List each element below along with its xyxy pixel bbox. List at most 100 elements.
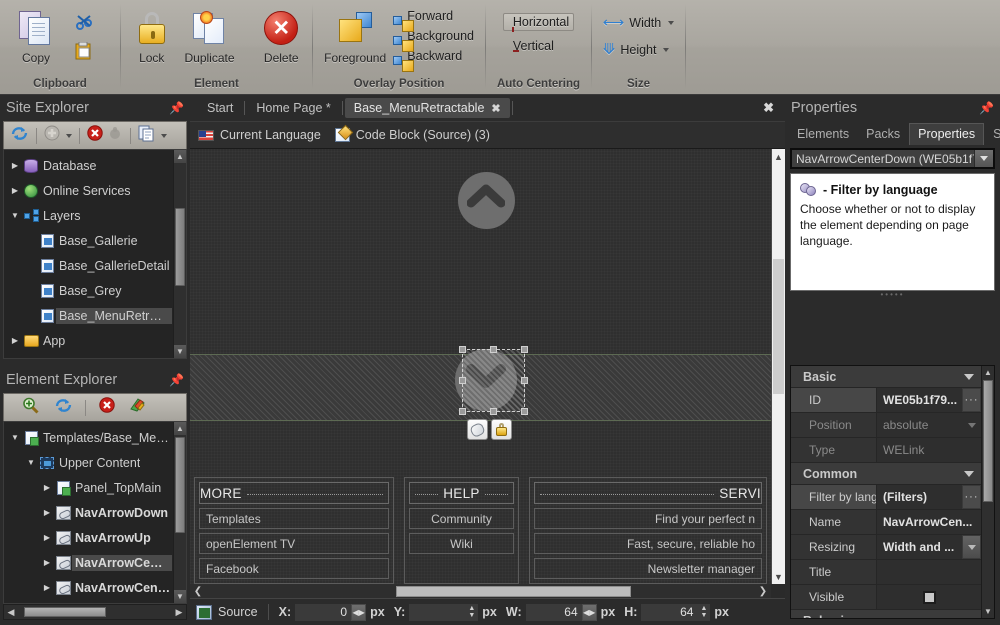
paste-button[interactable] [70, 40, 100, 67]
twisty-collapsed-icon[interactable]: ▶ [40, 508, 54, 517]
site-explorer-tree[interactable]: ▶Database▶Online Services▼LayersBase_Gal… [3, 149, 187, 359]
scroll-up-icon[interactable]: ▲ [982, 366, 994, 379]
lock-icon[interactable] [491, 419, 512, 440]
delete-button[interactable]: ✕ Delete [257, 3, 306, 65]
pin-icon[interactable]: 📌 [169, 373, 184, 387]
element-explorer-item[interactable]: ▶NavArrowDown [4, 500, 172, 525]
twisty-expanded-icon[interactable]: ▼ [8, 433, 22, 442]
twisty-collapsed-icon[interactable]: ▶ [40, 558, 54, 567]
footer-link[interactable]: openElement TV [199, 533, 389, 554]
resize-handle[interactable] [490, 408, 497, 415]
scrollbar-thumb[interactable] [983, 380, 993, 502]
design-canvas[interactable]: MORETemplatesopenElement TVFacebookHELPC… [190, 149, 771, 584]
resize-handle[interactable] [521, 377, 528, 384]
tab-styles[interactable]: Styles [985, 124, 1000, 145]
scrollbar-thumb[interactable] [175, 208, 185, 286]
foreground-button[interactable]: Foreground [319, 3, 391, 65]
chevron-down-icon[interactable] [161, 134, 167, 138]
property-value[interactable] [877, 585, 981, 609]
property-row[interactable]: ResizingWidth and ... [791, 535, 981, 560]
property-row[interactable]: Title [791, 560, 981, 585]
element-explorer-hscrollbar[interactable]: ◀ ▶ [3, 604, 187, 620]
coordinate-input[interactable] [409, 604, 465, 621]
element-explorer-item[interactable]: ▼Templates/Base_MenuRetr [4, 425, 172, 450]
property-ellipsis-button[interactable]: ··· [962, 388, 981, 412]
twisty-expanded-icon[interactable]: ▼ [8, 211, 22, 220]
property-row[interactable]: Positionabsolute [791, 413, 981, 438]
property-value[interactable]: Width and ... [877, 535, 962, 559]
tab-home-page[interactable]: Home Page * [247, 98, 339, 118]
pin-icon[interactable]: 📌 [979, 101, 994, 115]
scroll-down-icon[interactable]: ▼ [174, 590, 186, 603]
property-group-header[interactable]: Common [791, 463, 981, 485]
coordinate-input[interactable]: 0 [295, 604, 351, 621]
width-button[interactable]: ⟷ Width [598, 13, 679, 32]
properties-grid-scrollbar[interactable]: ▲ ▼ [981, 366, 994, 618]
spinner-vertical[interactable]: ▲▼ [465, 604, 478, 621]
code-block-button[interactable]: Code Block (Source) (3) [335, 128, 490, 142]
palette-icon[interactable] [119, 397, 146, 418]
site-explorer-item[interactable]: ▶Database [4, 153, 172, 178]
property-value[interactable]: WE05b1f79... [877, 388, 962, 412]
duplicate-button[interactable]: Duplicate [184, 3, 234, 65]
scroll-right-icon[interactable]: ▶ [172, 607, 186, 618]
coordinate-input[interactable]: 64 [526, 604, 582, 621]
visible-checkbox[interactable] [923, 591, 936, 604]
scrollbar-thumb[interactable] [175, 437, 185, 533]
current-language-button[interactable]: Current Language [198, 128, 321, 142]
tab-properties[interactable]: Properties [909, 123, 984, 145]
delete-icon[interactable] [93, 397, 115, 418]
resize-handle[interactable] [521, 346, 528, 353]
site-explorer-item[interactable]: ▶Online Services [4, 178, 172, 203]
property-ellipsis-button[interactable]: ··· [962, 485, 981, 509]
site-explorer-item[interactable]: ▼Layers [4, 203, 172, 228]
property-value[interactable] [877, 560, 981, 584]
scroll-down-icon[interactable]: ▼ [772, 569, 785, 584]
site-explorer-item[interactable]: ▶App [4, 328, 172, 353]
tab-packs[interactable]: Packs [858, 124, 908, 145]
resize-handle[interactable] [490, 346, 497, 353]
hscrollbar-thumb[interactable] [396, 586, 631, 597]
twisty-collapsed-icon[interactable]: ▶ [8, 336, 22, 345]
element-explorer-item[interactable]: ▶NavArrowUp [4, 525, 172, 550]
forward-button[interactable]: Forward [397, 7, 479, 25]
hscrollbar-thumb[interactable] [24, 607, 106, 617]
property-value[interactable]: absolute [877, 413, 962, 437]
element-explorer-item[interactable]: ▶NavArrowCenter [4, 575, 172, 600]
scroll-right-icon[interactable]: ❯ [755, 586, 771, 597]
copy-icon[interactable] [138, 125, 155, 147]
spinner-horizontal[interactable]: ◀▶ [582, 604, 597, 621]
canvas-horizontal-scrollbar[interactable]: ❮ ❯ [190, 584, 771, 598]
tab-start[interactable]: Start [198, 98, 242, 118]
tab-elements[interactable]: Elements [789, 124, 857, 145]
footer-column[interactable]: SERVIFind your perfect nFast, secure, re… [529, 477, 767, 584]
scroll-down-icon[interactable]: ▼ [982, 605, 994, 618]
spinner-vertical[interactable]: ▲▼ [697, 604, 710, 621]
add-icon[interactable] [44, 125, 60, 146]
scroll-up-icon[interactable]: ▲ [174, 422, 186, 435]
site-explorer-item[interactable]: Base_Gallerie [4, 228, 172, 253]
property-row[interactable]: NameNavArrowCen... [791, 510, 981, 535]
element-explorer-item[interactable]: ▼Upper Content [4, 450, 172, 475]
refresh-icon[interactable] [44, 397, 73, 419]
height-button[interactable]: ⟱ Height [598, 40, 679, 59]
chevron-down-icon[interactable] [964, 618, 974, 619]
site-explorer-item[interactable]: Base_MenuRetract... [4, 303, 172, 328]
footer-link[interactable]: Newsletter manager [534, 558, 762, 579]
spinner-horizontal[interactable]: ◀▶ [351, 604, 366, 621]
property-value[interactable]: (Filters) [877, 485, 962, 509]
delete-icon[interactable] [87, 125, 103, 146]
property-value[interactable]: WELink [877, 438, 981, 462]
twisty-collapsed-icon[interactable]: ▶ [8, 186, 22, 195]
align-vertical-button[interactable]: Vertical [503, 37, 574, 55]
tab-base-menuretractable[interactable]: Base_MenuRetractable ✖ [345, 98, 510, 118]
pin-icon[interactable]: 📌 [169, 101, 184, 115]
property-row[interactable]: Filter by lang(Filters)··· [791, 485, 981, 510]
scroll-down-icon[interactable]: ▼ [174, 345, 186, 358]
scroll-up-icon[interactable]: ▲ [174, 150, 186, 163]
properties-grid[interactable]: BasicIDWE05b1f79...···PositionabsoluteTy… [790, 365, 995, 619]
element-explorer-item[interactable]: ▶NavArrowCenter [4, 550, 172, 575]
property-row[interactable]: Visible [791, 585, 981, 610]
source-label[interactable]: Source [218, 605, 258, 619]
footer-link[interactable]: Wiki [409, 533, 514, 554]
